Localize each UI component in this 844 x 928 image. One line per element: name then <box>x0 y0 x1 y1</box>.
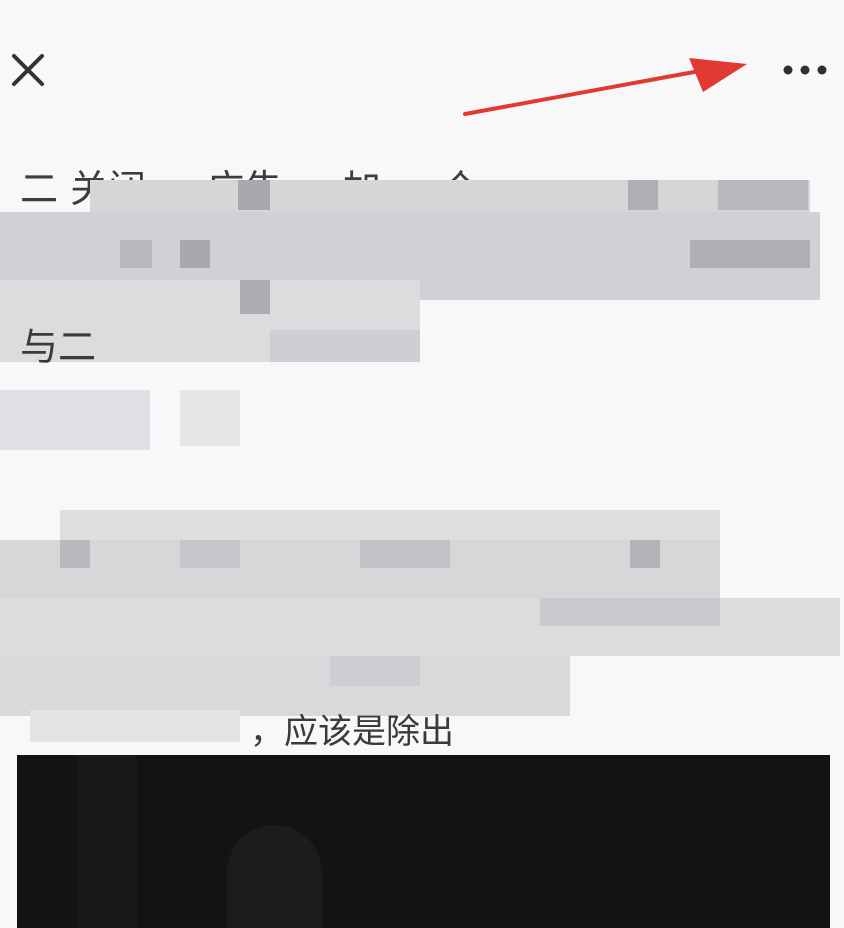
more-horizontal-icon <box>783 65 827 75</box>
article-line-3: 与二 <box>20 325 97 369</box>
article-body: 二 关闭 ... 广告 ... 加 ... 个 ... 与二 <box>0 160 844 750</box>
video-dark-strip <box>77 755 137 928</box>
close-icon <box>12 54 44 86</box>
annotation-arrow-icon <box>463 58 747 116</box>
close-button[interactable] <box>6 48 50 92</box>
video-person-silhouette <box>227 825 322 928</box>
top-bar <box>0 0 844 130</box>
video-player[interactable] <box>17 755 830 928</box>
article-screen: 二 关闭 ... 广告 ... 加 ... 个 ... 与二 <box>0 0 844 928</box>
more-options-button[interactable] <box>776 52 834 88</box>
article-line-last: ，应该是除出 <box>250 712 454 752</box>
